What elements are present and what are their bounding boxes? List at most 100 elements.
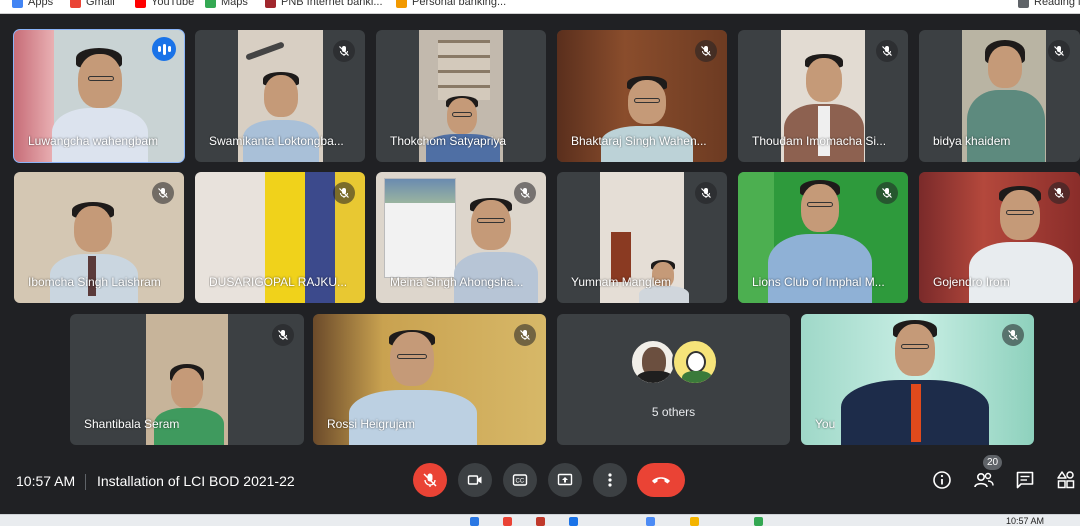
participant-name: Thokchom Satyapriya xyxy=(390,134,507,148)
red-tie xyxy=(911,384,921,442)
participant-tile[interactable]: Lions Club of Imphal M... xyxy=(738,172,908,303)
activities-button[interactable] xyxy=(1054,468,1078,492)
mic-muted-icon xyxy=(1048,40,1070,62)
mic-muted-icon xyxy=(333,182,355,204)
participant-name: Swamikanta Loktongba... xyxy=(209,134,344,148)
app-icon[interactable] xyxy=(646,517,655,526)
avatar xyxy=(629,339,676,385)
youtube-icon xyxy=(135,0,146,8)
participant-tile[interactable]: Thokchom Satyapriya xyxy=(376,30,546,162)
mic-muted-icon xyxy=(272,324,294,346)
chat-button[interactable] xyxy=(1013,468,1037,492)
participant-tile[interactable]: Shantibala Seram xyxy=(70,314,304,445)
maps-icon xyxy=(205,0,216,8)
participant-name: Shantibala Seram xyxy=(84,417,180,431)
participant-face xyxy=(895,324,935,376)
present-now-button[interactable] xyxy=(548,463,582,497)
toggle-mic-button[interactable] xyxy=(413,463,447,497)
mic-muted-icon xyxy=(514,182,536,204)
participant-count-badge: 20 xyxy=(983,455,1002,470)
pnb-bank-icon xyxy=(265,0,276,8)
participant-face xyxy=(806,58,842,102)
hang-up-icon xyxy=(652,477,670,484)
more-options-button[interactable] xyxy=(593,463,627,497)
captions-button[interactable]: CC xyxy=(503,463,537,497)
mic-muted-icon xyxy=(514,324,536,346)
camera-icon xyxy=(467,475,482,485)
svg-text:CC: CC xyxy=(516,479,525,485)
bookmarks-bar: Apps Gmail YouTube Maps PNB Internet ban… xyxy=(0,0,1080,14)
mic-muted-icon xyxy=(876,40,898,62)
participant-name: Yumnam Manglem xyxy=(571,275,672,289)
meeting-details-button[interactable] xyxy=(930,468,954,492)
participant-face xyxy=(801,184,839,232)
participant-name: Rossi Heigrujam xyxy=(327,417,416,431)
os-taskbar: 10:57 AM xyxy=(0,514,1080,526)
others-tile[interactable]: 5 others xyxy=(557,314,790,445)
present-screen-icon xyxy=(557,473,573,486)
mic-muted-icon xyxy=(876,182,898,204)
participant-tile[interactable]: Yumnam Manglem xyxy=(557,172,727,303)
bookmark-personal-banking[interactable]: Personal banking... xyxy=(396,0,506,8)
mic-off-icon xyxy=(423,473,437,487)
bookshelf xyxy=(438,40,490,100)
participant-tile[interactable]: Thoudam Imomacha Si... xyxy=(738,30,908,162)
participant-tile[interactable]: Meina Singh Ahongsha... xyxy=(376,172,546,303)
participant-face xyxy=(78,54,122,108)
participant-face xyxy=(1000,190,1040,240)
more-options-icon xyxy=(608,473,612,487)
participant-name: Meina Singh Ahongsha... xyxy=(390,275,524,289)
bookmark-youtube[interactable]: YouTube xyxy=(135,0,194,8)
participant-face xyxy=(390,332,434,386)
divider xyxy=(85,474,86,490)
bookmark-maps[interactable]: Maps xyxy=(205,0,248,8)
participant-name: DUSARIGOPAL RAJKU... xyxy=(209,275,348,289)
participant-tile[interactable]: Rossi Heigrujam xyxy=(313,314,546,445)
participant-tile[interactable]: DUSARIGOPAL RAJKU... xyxy=(195,172,365,303)
mic-muted-icon xyxy=(1002,324,1024,346)
participant-face xyxy=(471,200,511,250)
participant-tile[interactable]: Ibomcha Singh Laishram xyxy=(14,172,184,303)
info-icon xyxy=(933,471,951,489)
edge-icon[interactable] xyxy=(470,517,479,526)
people-icon xyxy=(974,472,994,488)
bookmark-apps[interactable]: Apps xyxy=(12,0,53,8)
folder-icon[interactable] xyxy=(690,517,699,526)
bookmark-gmail[interactable]: Gmail xyxy=(70,0,115,8)
toggle-camera-button[interactable] xyxy=(458,463,492,497)
others-count-label: 5 others xyxy=(651,405,696,419)
captions-icon: CC xyxy=(512,474,528,486)
meeting-clock: 10:57 AM xyxy=(16,473,76,489)
participant-tile[interactable]: Luwangcha wahengbam xyxy=(13,29,185,163)
wall-calendar xyxy=(384,178,456,278)
reading-list[interactable]: Reading list xyxy=(1018,0,1080,8)
app-icon[interactable] xyxy=(569,517,578,526)
participant-name: You xyxy=(815,417,836,431)
chrome-icon[interactable] xyxy=(503,517,512,526)
show-everyone-button[interactable] xyxy=(972,468,996,492)
participant-tile-self[interactable]: You xyxy=(801,314,1034,445)
mic-muted-icon xyxy=(695,182,717,204)
speaking-indicator-icon xyxy=(152,37,176,61)
meeting-title: Installation of LCI BOD 2021-22 xyxy=(97,473,295,489)
taskbar-clock: 10:57 AM xyxy=(1005,516,1044,526)
participant-name: Ibomcha Singh Laishram xyxy=(28,275,161,289)
app-icon[interactable] xyxy=(536,517,545,526)
participant-face xyxy=(988,46,1022,88)
participant-face xyxy=(171,368,203,408)
others-avatars xyxy=(629,339,718,385)
participant-name: Gojendro Irom xyxy=(933,275,1010,289)
participant-tile[interactable]: Gojendro Irom xyxy=(919,172,1080,303)
participant-face xyxy=(74,206,112,252)
leave-call-button[interactable] xyxy=(637,463,685,497)
bookmark-pnb[interactable]: PNB Internet banki... xyxy=(265,0,383,8)
meeting-controls-bar: 10:57 AM Installation of LCI BOD 2021-22… xyxy=(0,455,1080,514)
participant-tile[interactable]: bidya khaidem xyxy=(919,30,1080,162)
participant-tile[interactable]: Swamikanta Loktongba... xyxy=(195,30,365,162)
participant-name: Thoudam Imomacha Si... xyxy=(752,134,887,148)
app-icon[interactable] xyxy=(754,517,763,526)
participant-face xyxy=(264,75,298,117)
participant-tile[interactable]: Bhaktaraj Singh Wahen... xyxy=(557,30,727,162)
mic-muted-icon xyxy=(333,40,355,62)
reading-list-icon xyxy=(1018,0,1029,8)
